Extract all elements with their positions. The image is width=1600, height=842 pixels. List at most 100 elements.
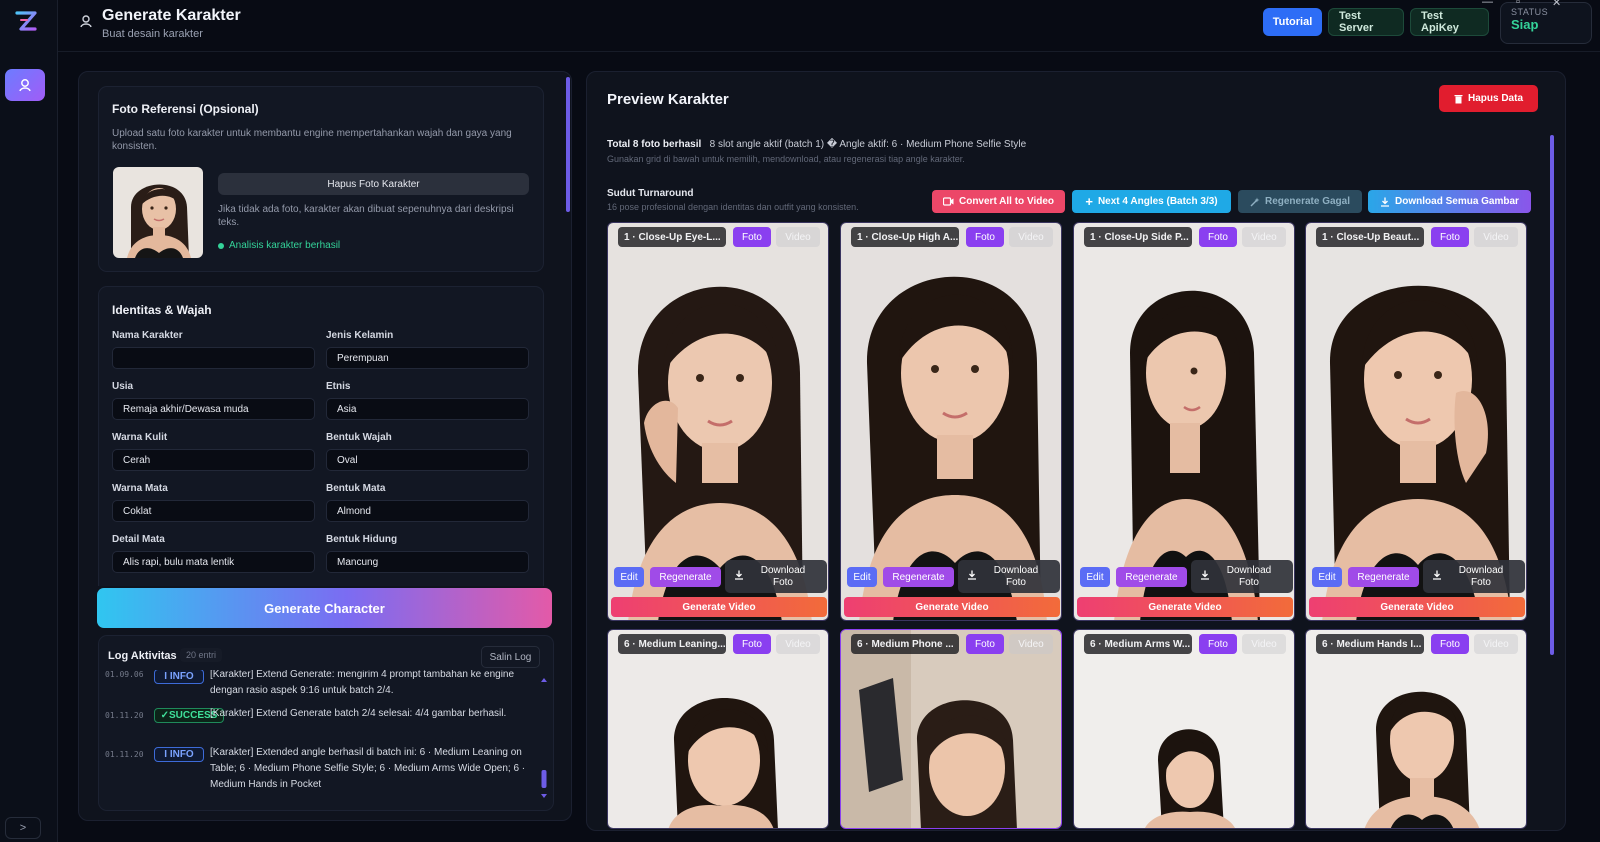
turnaround-title: Sudut Turnaround (607, 188, 694, 199)
video-tab[interactable]: Video (776, 634, 820, 654)
regenerate-button[interactable]: Regenerate (1116, 567, 1187, 587)
foto-tab[interactable]: Foto (1199, 634, 1237, 654)
download-photo-button[interactable]: Download Foto (725, 560, 827, 593)
convert-all-label: Convert All to Video (958, 196, 1054, 207)
video-tab[interactable]: Video (1474, 634, 1518, 654)
face-shape-field[interactable]: Oval (326, 449, 529, 471)
test-server-button[interactable]: Test Server (1328, 8, 1404, 36)
download-photo-label: Download Foto (1458, 564, 1504, 588)
foto-tab[interactable]: Foto (733, 227, 771, 247)
reference-note: Jika tidak ada foto, karakter akan dibua… (218, 204, 514, 228)
reference-photo[interactable] (113, 167, 203, 258)
app-logo[interactable] (12, 8, 40, 36)
foto-tab[interactable]: Foto (966, 227, 1004, 247)
nav-character-button[interactable] (5, 69, 45, 101)
nose-shape-field[interactable]: Mancung (326, 551, 529, 573)
download-photo-label: Download Foto (993, 564, 1039, 588)
log-title: Log Aktivitas (108, 650, 177, 662)
download-icon (968, 570, 976, 580)
close-icon[interactable]: ✕ (1552, 0, 1561, 9)
log-time: 01.11.20 (105, 750, 144, 759)
convert-all-video-button[interactable]: Convert All to Video (932, 190, 1065, 213)
edit-button[interactable]: Edit (1312, 567, 1342, 587)
foto-tab[interactable]: Foto (1431, 227, 1469, 247)
ethnicity-field[interactable]: Asia (326, 398, 529, 420)
angle-label: 6 · Medium Phone ... (851, 634, 959, 654)
gender-field[interactable]: Perempuan (326, 347, 529, 369)
angle-tile[interactable]: 6 · Medium Arms W... Foto Video (1073, 629, 1295, 829)
skin-color-field[interactable]: Cerah (112, 449, 315, 471)
preview-scrollbar-thumb[interactable] (1550, 135, 1554, 655)
field-label-eye-shape: Bentuk Mata (326, 483, 386, 494)
summary-total: Total 8 foto berhasil (607, 139, 702, 150)
angle-tile[interactable]: 1 · Close-Up High A... Foto Video Edit R… (840, 222, 1062, 621)
angle-label: 1 · Close-Up High A... (851, 227, 959, 247)
download-icon (1433, 570, 1441, 580)
field-label-age: Usia (112, 381, 134, 392)
video-tab[interactable]: Video (1242, 227, 1286, 247)
download-all-button[interactable]: Download Semua Gambar (1368, 190, 1531, 213)
summary-hint: Gunakan grid di bawah untuk memilih, men… (607, 154, 965, 164)
video-tab[interactable]: Video (1474, 227, 1518, 247)
log-scrollbar[interactable] (540, 676, 548, 800)
regenerate-button[interactable]: Regenerate (883, 567, 954, 587)
edit-button[interactable]: Edit (1080, 567, 1110, 587)
edit-button[interactable]: Edit (614, 567, 644, 587)
delete-photo-button[interactable]: Hapus Foto Karakter (218, 173, 529, 195)
name-field[interactable] (112, 347, 315, 369)
wand-icon (1250, 197, 1260, 206)
video-tab[interactable]: Video (776, 227, 820, 247)
eye-color-field[interactable]: Coklat (112, 500, 315, 522)
download-icon (1381, 197, 1390, 207)
character-photo (608, 630, 828, 828)
form-scrollbar-thumb[interactable] (566, 77, 570, 212)
generate-video-button[interactable]: Generate Video (611, 597, 827, 617)
download-photo-button[interactable]: Download Foto (1423, 560, 1525, 593)
download-photo-button[interactable]: Download Foto (1191, 560, 1293, 593)
eye-shape-field[interactable]: Almond (326, 500, 529, 522)
angle-tile[interactable]: 6 · Medium Leaning... Foto Video (607, 629, 829, 829)
minimize-icon[interactable]: — (1482, 0, 1493, 8)
maximize-icon[interactable]: ▫ (1516, 0, 1520, 8)
trash-icon (1454, 94, 1463, 103)
regenerate-failed-button[interactable]: Regenerate Gagal (1238, 190, 1362, 213)
angle-tile[interactable]: 1 · Close-Up Beaut... Foto Video Edit Re… (1305, 222, 1527, 621)
foto-tab[interactable]: Foto (1431, 634, 1469, 654)
page-subtitle: Buat desain karakter (102, 28, 203, 40)
age-field[interactable]: Remaja akhir/Dewasa muda (112, 398, 315, 420)
tutorial-button[interactable]: Tutorial (1263, 8, 1322, 36)
preview-scrollbar[interactable] (1550, 133, 1555, 823)
user-icon (80, 15, 92, 28)
download-photo-button[interactable]: Download Foto (958, 560, 1060, 593)
expand-sidebar-button[interactable]: > (5, 817, 41, 839)
angle-tile-selected[interactable]: 6 · Medium Phone ... Foto Video (840, 629, 1062, 829)
copy-log-button[interactable]: Salin Log (481, 646, 540, 668)
edit-button[interactable]: Edit (847, 567, 877, 587)
preview-title: Preview Karakter (607, 91, 729, 108)
angle-tile[interactable]: 6 · Medium Hands I... Foto Video (1305, 629, 1527, 829)
angle-tile[interactable]: 1 · Close-Up Side P... Foto Video Edit R… (1073, 222, 1295, 621)
eye-detail-field[interactable]: Alis rapi, bulu mata lentik (112, 551, 315, 573)
video-icon (942, 197, 954, 206)
regenerate-button[interactable]: Regenerate (1348, 567, 1419, 587)
foto-tab[interactable]: Foto (733, 634, 771, 654)
form-scrollbar[interactable] (566, 77, 570, 577)
generate-video-button[interactable]: Generate Video (1309, 597, 1525, 617)
generate-character-button[interactable]: Generate Character (97, 588, 552, 628)
generate-video-button[interactable]: Generate Video (844, 597, 1060, 617)
log-message: [Karakter] Extend Generate: mengirim 4 p… (210, 670, 515, 696)
delete-data-button[interactable]: Hapus Data (1439, 85, 1538, 112)
video-tab[interactable]: Video (1242, 634, 1286, 654)
foto-tab[interactable]: Foto (1199, 227, 1237, 247)
video-tab[interactable]: Video (1009, 634, 1053, 654)
generate-video-button[interactable]: Generate Video (1077, 597, 1293, 617)
reference-description: Upload satu foto karakter untuk membantu… (112, 128, 512, 152)
field-label-skin: Warna Kulit (112, 432, 168, 443)
foto-tab[interactable]: Foto (966, 634, 1004, 654)
test-apikey-button[interactable]: Test ApiKey (1410, 8, 1489, 36)
angle-tile[interactable]: 1 · Close-Up Eye-L... Foto Video Edit Re… (607, 222, 829, 621)
next-angles-button[interactable]: + Next 4 Angles (Batch 3/3) (1072, 190, 1231, 213)
regenerate-button[interactable]: Regenerate (650, 567, 721, 587)
analysis-status-text: Analisis karakter berhasil (229, 240, 341, 251)
video-tab[interactable]: Video (1009, 227, 1053, 247)
